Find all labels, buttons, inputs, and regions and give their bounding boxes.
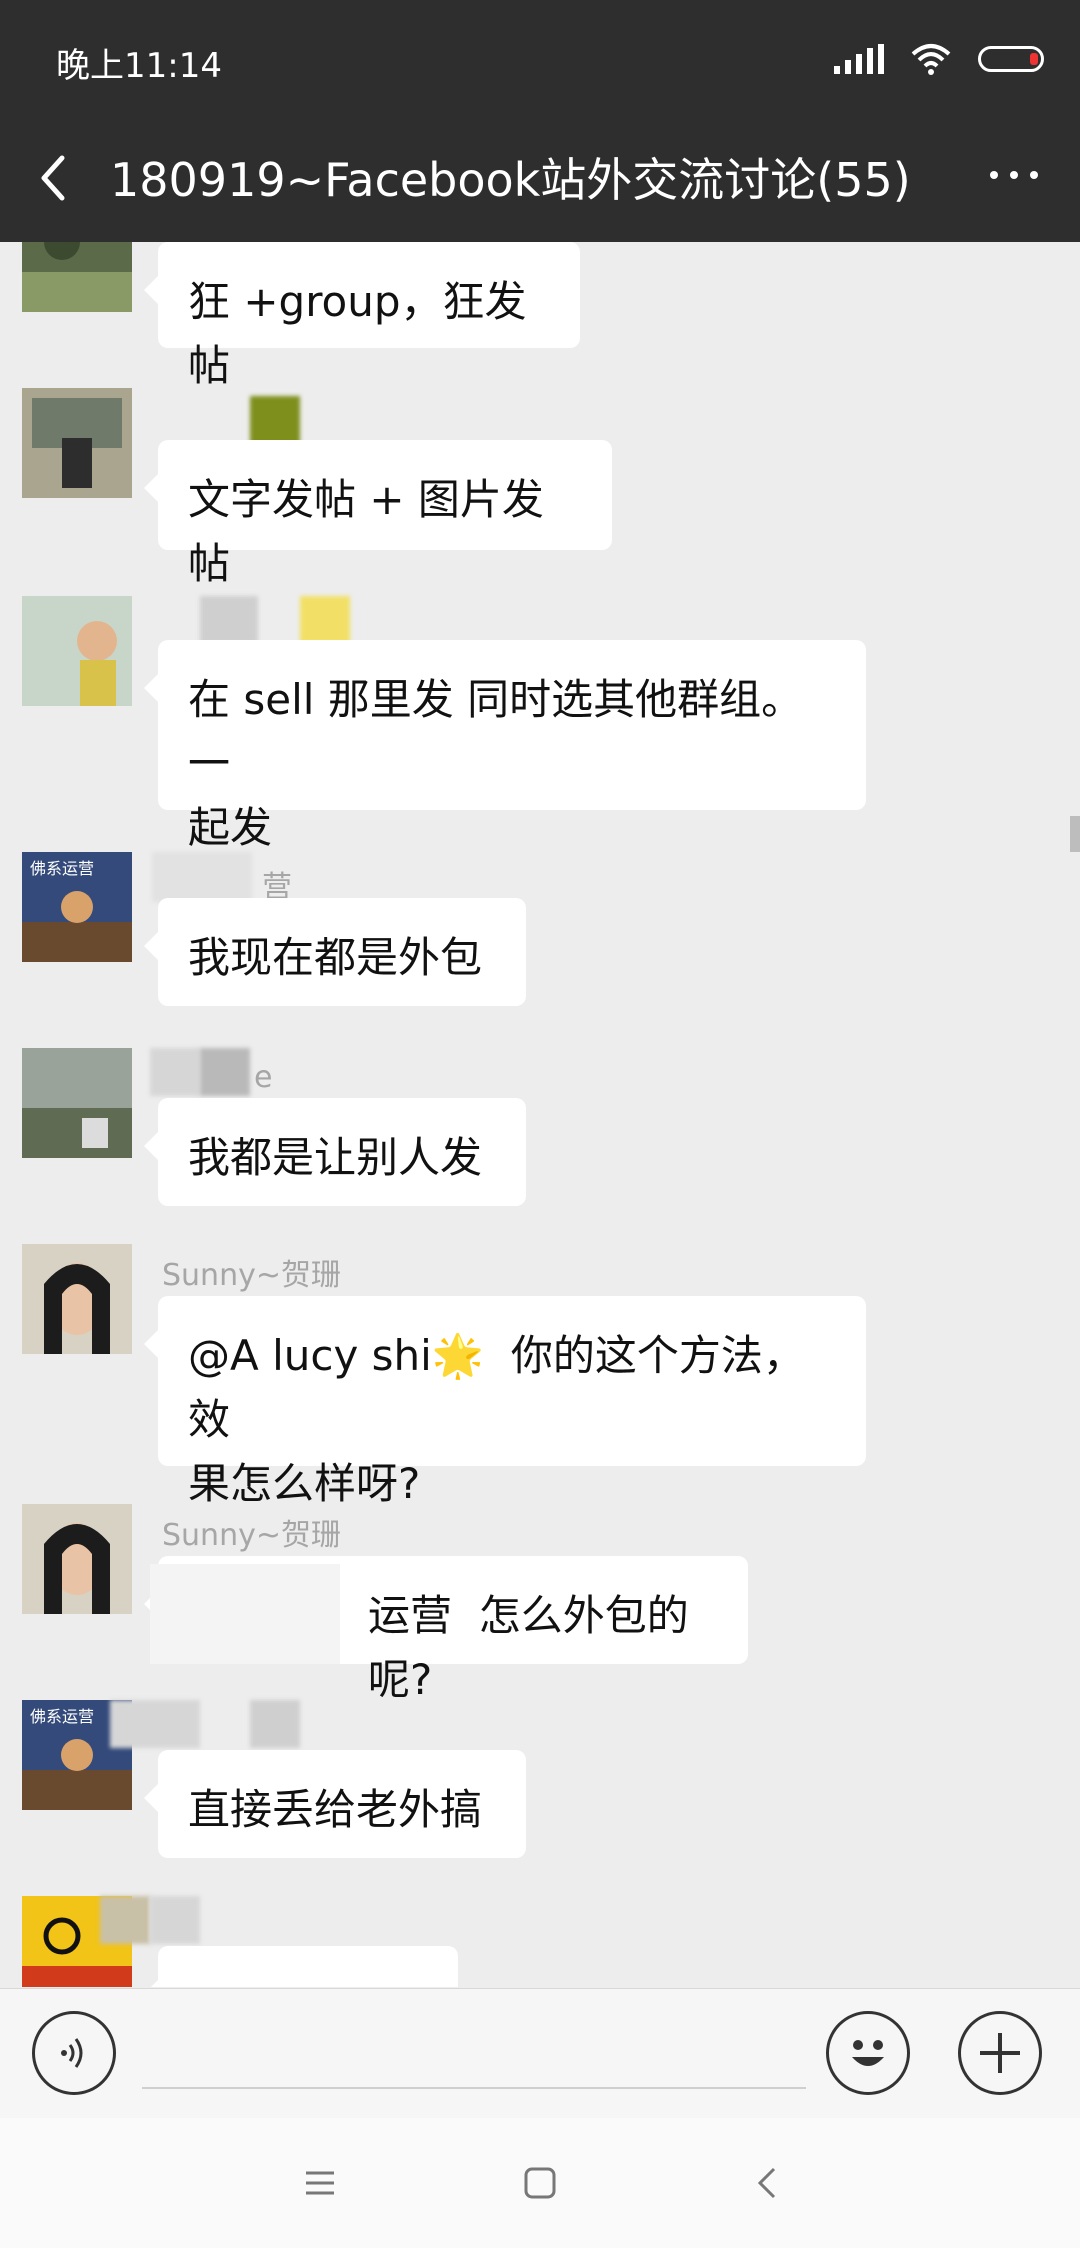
scrollbar[interactable] — [1070, 816, 1080, 852]
avatar[interactable] — [22, 596, 132, 706]
input-bar — [0, 1988, 1080, 2119]
nav-back-icon[interactable] — [748, 2163, 788, 2203]
avatar[interactable] — [22, 1504, 132, 1614]
redacted-name — [250, 1700, 300, 1748]
chat-area[interactable]: 狂 +group，狂发帖 文字发帖 + 图片发帖 在 sell 那里发 同时选其… — [0, 242, 1080, 1987]
status-time: 晚上11:14 — [56, 46, 222, 86]
chat-title: 180919~Facebook站外交流讨论(55) — [110, 153, 911, 207]
message-bubble[interactable]: 我都是让别人发 — [144, 1098, 526, 1206]
redacted-name — [150, 1048, 200, 1096]
message-bubble[interactable]: @A lucy shi🌟 你的这个方法，效 果怎么样呀? — [144, 1296, 866, 1508]
redacted-name — [150, 1896, 200, 1944]
redacted-name — [300, 596, 350, 644]
avatar-caption: 佛系运营 — [30, 1707, 94, 1726]
menu-icon[interactable] — [300, 2163, 340, 2203]
back-icon[interactable] — [30, 148, 80, 208]
avatar[interactable] — [22, 1048, 132, 1158]
avatar[interactable] — [22, 242, 132, 312]
redacted-name — [200, 1048, 250, 1096]
redacted-name — [200, 596, 258, 644]
system-nav-bar — [0, 2118, 1080, 2248]
sender-name: Sunny~贺珊 — [162, 1258, 341, 1293]
avatar-caption: 佛系运营 — [30, 859, 94, 878]
message-bubble[interactable] — [144, 1946, 458, 1987]
message-bubble[interactable]: 狂 +group，狂发帖 — [144, 242, 580, 390]
emoji-icon[interactable] — [826, 2011, 910, 2095]
signal-icon — [834, 44, 884, 74]
sender-name: e — [254, 1060, 273, 1095]
avatar[interactable] — [22, 388, 132, 498]
redacted-name — [100, 1896, 150, 1944]
message-bubble[interactable]: 文字发帖 + 图片发帖 — [144, 440, 612, 588]
avatar[interactable]: 佛系运营 — [22, 852, 132, 962]
redacted-text — [150, 1564, 340, 1664]
voice-icon[interactable] — [32, 2011, 116, 2095]
plus-icon[interactable] — [958, 2011, 1042, 2095]
avatar[interactable] — [22, 1244, 132, 1354]
message-bubble[interactable]: 直接丢给老外搞 — [144, 1750, 526, 1858]
message-bubble[interactable]: 我现在都是外包 — [144, 898, 526, 1006]
redacted-name — [250, 396, 300, 446]
redacted-name — [152, 852, 252, 902]
battery-icon — [978, 46, 1044, 72]
sender-name: Sunny~贺珊 — [162, 1518, 341, 1553]
home-icon[interactable] — [520, 2163, 560, 2203]
message-input[interactable] — [142, 2027, 806, 2089]
top-bar: 晚上11:14 180919~Facebook站外交流讨论(55) — [0, 0, 1080, 242]
redacted-name — [110, 1700, 200, 1748]
wifi-icon — [911, 44, 951, 75]
status-icons — [834, 38, 1044, 80]
more-icon[interactable] — [984, 160, 1044, 190]
message-bubble[interactable]: 在 sell 那里发 同时选其他群组。一 起发 — [144, 640, 866, 852]
